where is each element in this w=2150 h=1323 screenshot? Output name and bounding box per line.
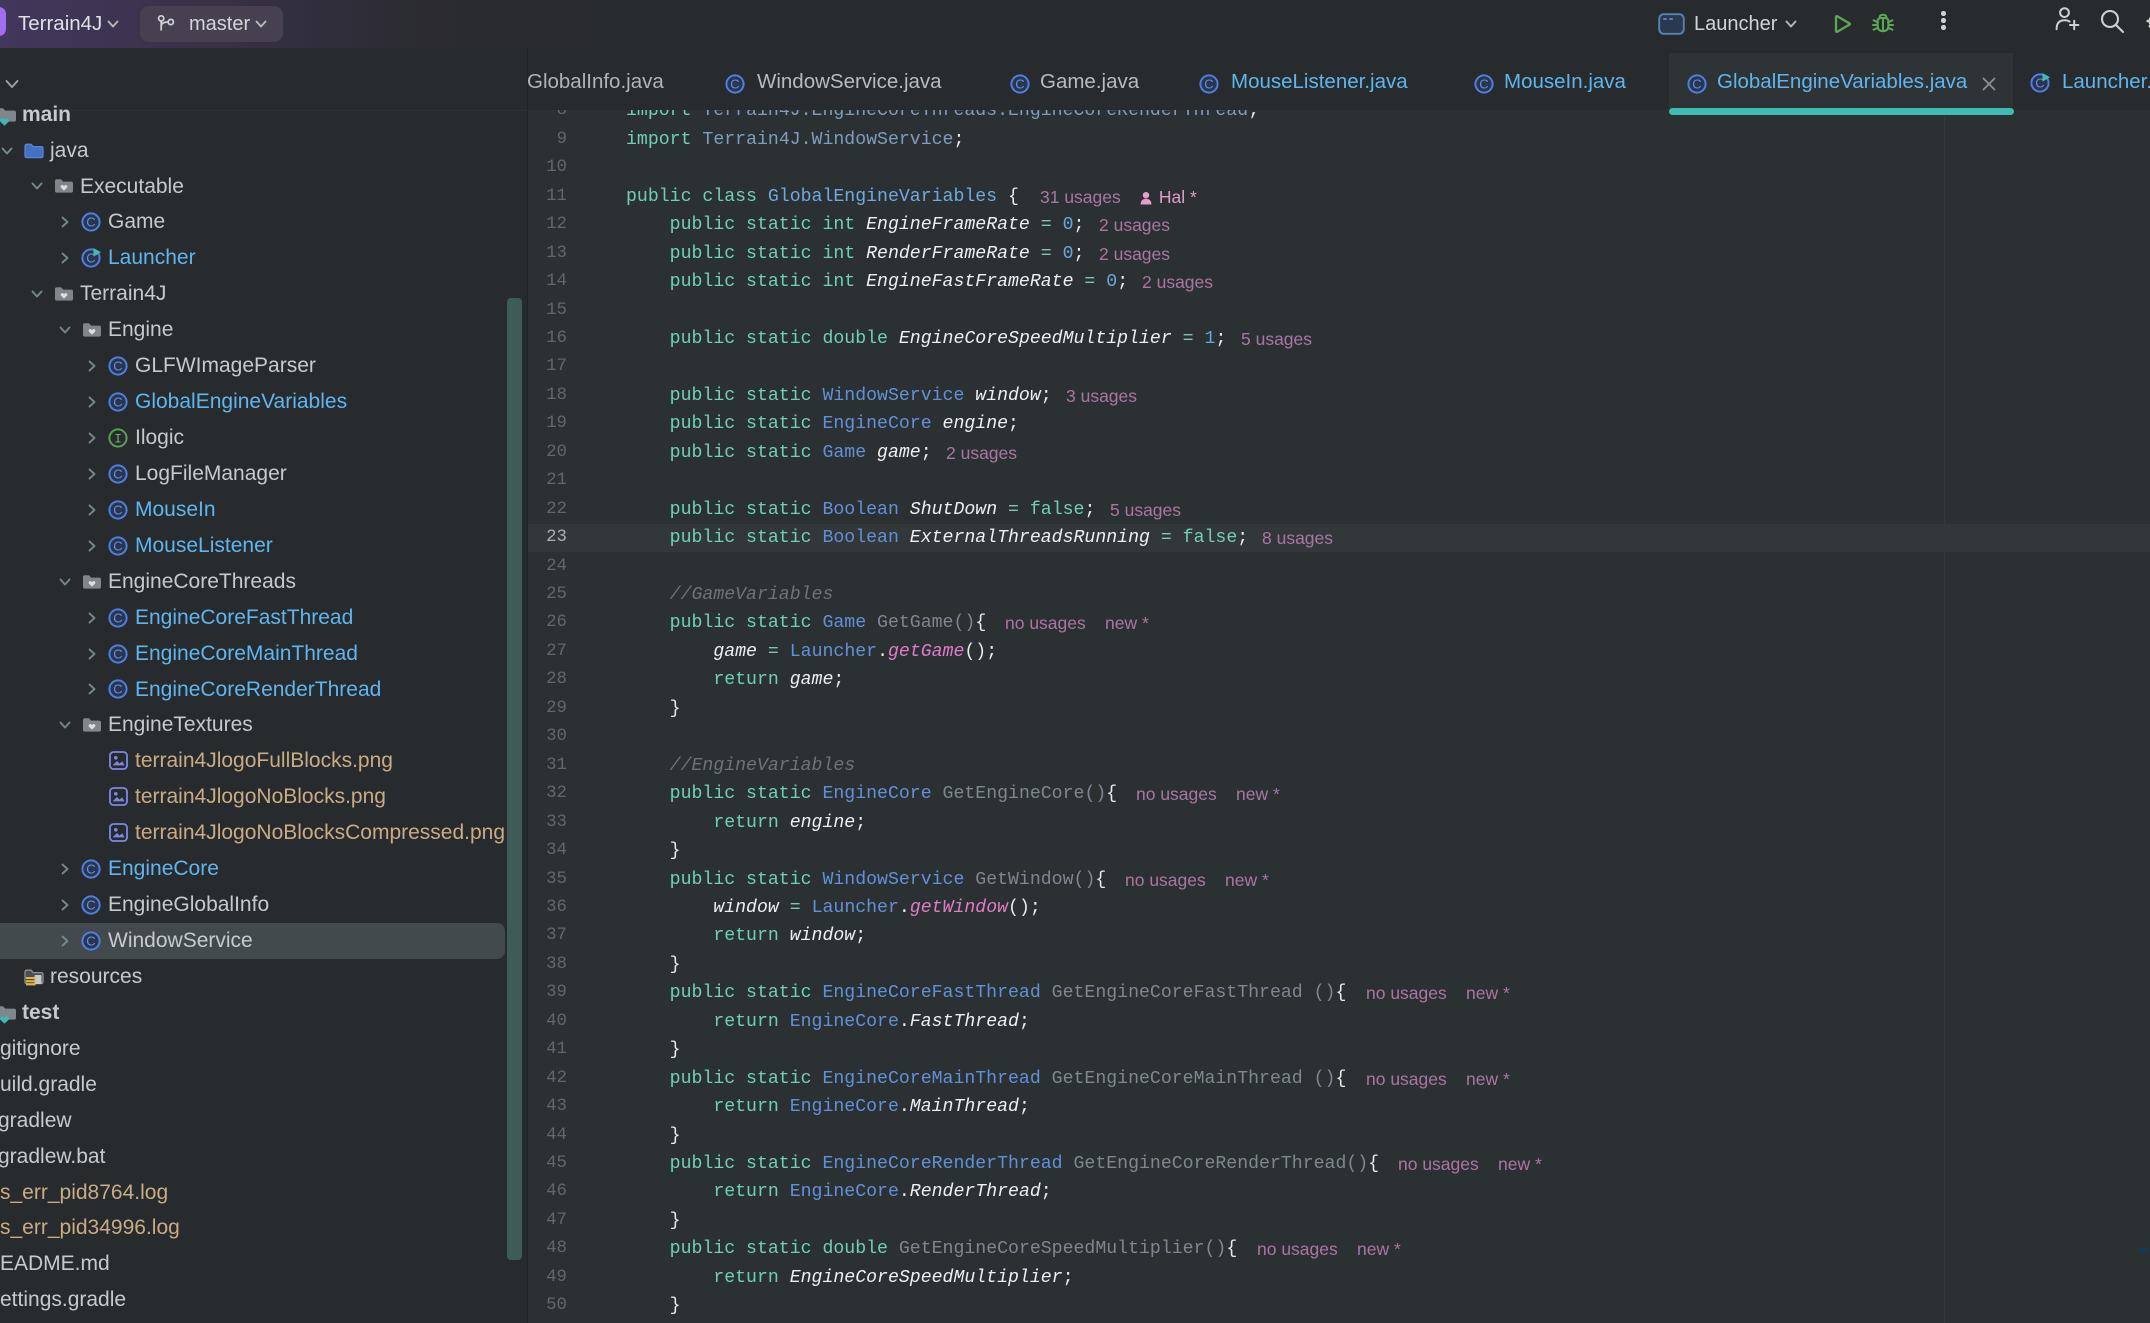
svg-text:C: C (113, 395, 122, 410)
svg-text:C: C (113, 359, 122, 374)
svg-text:C: C (86, 898, 95, 913)
svg-text:C: C (1479, 77, 1488, 92)
svg-text:C: C (86, 934, 95, 949)
svg-text:C: C (1015, 77, 1024, 92)
svg-text:C: C (113, 646, 122, 661)
svg-text:C: C (730, 77, 739, 92)
svg-text:C: C (113, 538, 122, 553)
svg-text:C: C (86, 215, 95, 230)
svg-text:C: C (1692, 77, 1701, 92)
svg-text:C: C (86, 862, 95, 877)
svg-text:C: C (113, 467, 122, 482)
svg-text:C: C (113, 682, 122, 697)
svg-text:C: C (113, 610, 122, 625)
svg-text:C: C (1204, 77, 1213, 92)
svg-text:C: C (113, 503, 122, 518)
svg-text:I: I (114, 432, 122, 447)
